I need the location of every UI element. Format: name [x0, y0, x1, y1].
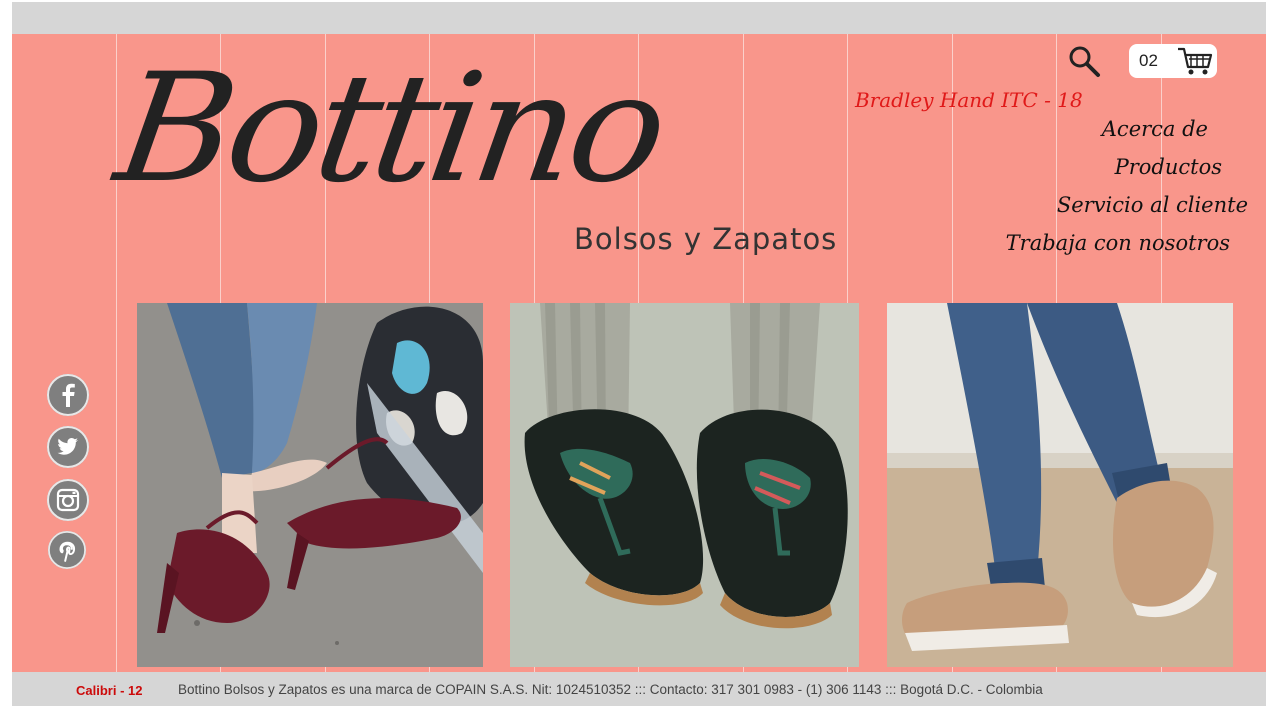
pinterest-button[interactable]: [48, 531, 86, 569]
brand-logo[interactable]: Bottino: [107, 42, 672, 216]
instagram-icon: [47, 479, 89, 521]
product-photo-laced-shoes[interactable]: [510, 303, 859, 667]
nav-item-servicio-al-cliente[interactable]: Servicio al cliente: [1006, 186, 1248, 224]
facebook-icon: [47, 374, 89, 416]
heading-font-note: Bradley Hand ITC - 18: [855, 88, 1083, 112]
shopping-cart-icon: [1178, 47, 1213, 75]
cart-count: 02: [1139, 51, 1158, 70]
twitter-button[interactable]: [47, 426, 89, 468]
product-photo-sneakers[interactable]: [887, 303, 1233, 667]
nav-item-trabaja-con-nosotros[interactable]: Trabaja con nosotros: [1006, 224, 1230, 262]
search-icon: [1069, 46, 1100, 77]
tan-sneakers-photo: [887, 303, 1233, 667]
footer-font-note: Calibri - 12: [76, 683, 143, 698]
nav-item-productos[interactable]: Productos: [1006, 148, 1222, 186]
page-canvas: Bottino Bolsos y Zapatos Bradley Hand IT…: [12, 34, 1266, 672]
burgundy-heels-photo: [137, 303, 483, 667]
facebook-button[interactable]: [47, 374, 89, 416]
main-nav: Acerca de Productos Servicio al cliente …: [1006, 110, 1248, 262]
search-button[interactable]: [1067, 44, 1101, 78]
pinterest-icon: [48, 531, 86, 569]
guide-line: [116, 34, 117, 672]
twitter-icon: [47, 426, 89, 468]
product-photo-heels[interactable]: [137, 303, 483, 667]
nav-item-acerca-de[interactable]: Acerca de: [1006, 110, 1208, 148]
cart-button[interactable]: 02: [1129, 44, 1217, 78]
footer-company-info: Bottino Bolsos y Zapatos es una marca de…: [178, 682, 1043, 697]
black-laced-shoes-photo: [510, 303, 859, 667]
top-bar: [12, 2, 1266, 34]
instagram-button[interactable]: [47, 479, 89, 521]
footer: Calibri - 12 Bottino Bolsos y Zapatos es…: [12, 672, 1266, 706]
brand-tagline: Bolsos y Zapatos: [574, 222, 838, 256]
